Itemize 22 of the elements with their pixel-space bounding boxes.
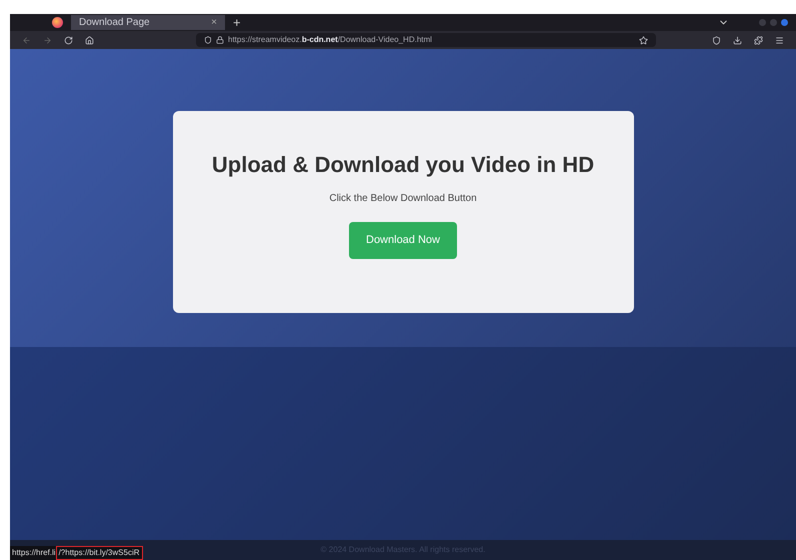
extensions-icon[interactable]	[754, 36, 763, 44]
highlighted-link-text: /?https://bit.ly/3wS5ciR	[56, 546, 142, 560]
close-tab-button[interactable]: ×	[211, 15, 217, 30]
reload-icon[interactable]	[64, 36, 73, 44]
forward-icon[interactable]	[43, 36, 52, 44]
menu-icon[interactable]	[775, 36, 784, 44]
browser-tab[interactable]: Download Page ×	[71, 15, 225, 30]
shield-icon	[204, 36, 212, 44]
browser-logo-icon	[52, 17, 63, 28]
bookmark-star-icon[interactable]	[639, 36, 648, 44]
url-text: https://streamvideoz.b-cdn.net/Download-Video_HD.html	[228, 34, 432, 46]
back-icon[interactable]	[22, 36, 31, 44]
card-subtext: Click the Below Download Button	[329, 192, 477, 206]
tab-title: Download Page	[79, 16, 150, 30]
lock-icon	[216, 36, 224, 44]
address-bar[interactable]: https://streamvideoz.b-cdn.net/Download-Video_HD.html	[196, 33, 656, 47]
download-icon[interactable]	[733, 36, 742, 44]
status-link-text: https://href.li	[11, 547, 56, 559]
card-heading: Upload & Download you Video in HD	[210, 151, 596, 178]
shield-icon[interactable]	[712, 36, 721, 44]
home-icon[interactable]	[85, 36, 94, 44]
new-tab-button[interactable]: +	[233, 16, 241, 29]
